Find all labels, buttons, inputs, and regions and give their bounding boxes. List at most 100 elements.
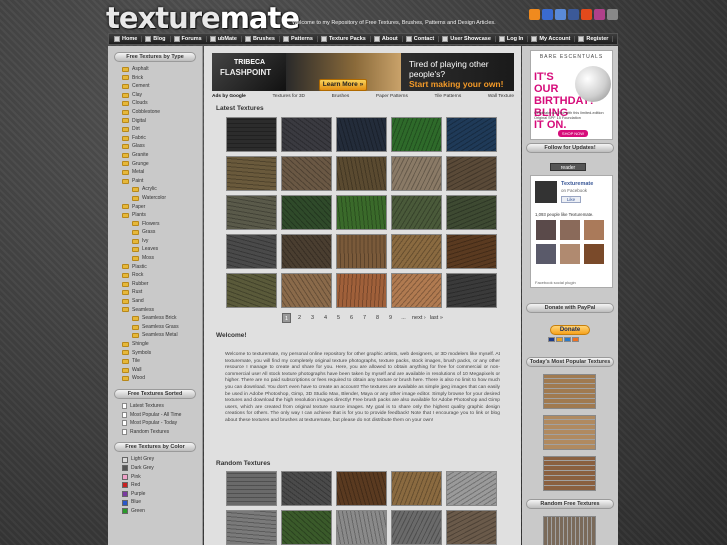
texture-thumb[interactable] [226,471,277,506]
paypal-donate-button[interactable]: Donate [550,325,590,335]
texture-thumb[interactable] [281,273,332,308]
nav-user-showcase[interactable]: User Showcase [439,36,496,42]
texture-thumb[interactable] [446,195,497,230]
page-link[interactable]: next › [412,313,426,323]
type-label[interactable]: Asphalt [132,65,149,74]
ad-link[interactable]: Tile Patterns [435,94,462,99]
type-item[interactable]: Seamless Brick [122,314,202,323]
type-item[interactable]: Asphalt [122,65,202,74]
type-label[interactable]: Grass [142,228,155,237]
color-label[interactable]: Dark Grey [131,464,154,473]
nav-patterns[interactable]: Patterns [280,36,318,42]
texture-thumb[interactable] [391,510,442,545]
texture-thumb[interactable] [226,117,277,152]
type-label[interactable]: Digital [132,117,146,126]
type-item[interactable]: Acrylic [122,185,202,194]
digg-icon[interactable] [555,9,566,20]
type-label[interactable]: Rubber [132,280,148,289]
type-item[interactable]: Flowers [122,220,202,229]
sorted-item[interactable]: Most Popular - Today [122,419,202,428]
random-free-texture-thumb[interactable] [543,516,596,545]
type-item[interactable]: Seamless [122,306,202,315]
page-link[interactable]: last » [430,313,443,323]
type-item[interactable]: Seamless Metal [122,331,202,340]
nav-contact[interactable]: Contact [403,36,440,42]
texture-thumb[interactable] [336,195,387,230]
type-label[interactable]: Fabric [132,134,146,143]
texture-thumb[interactable] [391,273,442,308]
facebook-like-button[interactable]: Like [561,196,581,203]
ad-link[interactable]: Paper Patterns [376,94,408,99]
type-item[interactable]: Paper [122,203,202,212]
type-item[interactable]: Plants [122,211,202,220]
type-item[interactable]: Moss [122,254,202,263]
nav-forums[interactable]: Forums [171,36,207,42]
texture-thumb[interactable] [446,471,497,506]
type-label[interactable]: Symbols [132,349,151,358]
texture-thumb[interactable] [226,273,277,308]
sorted-label[interactable]: Most Popular - All Time [130,411,181,420]
page-link[interactable]: 8 [373,313,382,323]
delicious-icon[interactable] [542,9,553,20]
side-ad-shop-button[interactable]: SHOP NOW [558,130,588,137]
type-label[interactable]: Wall [132,366,142,375]
nav-ubmate[interactable]: ubMate [207,36,242,42]
color-item[interactable]: Pink [122,473,202,482]
texture-thumb[interactable] [391,471,442,506]
type-label[interactable]: Clouds [132,99,148,108]
type-item[interactable]: Clay [122,91,202,100]
color-label[interactable]: Purple [131,490,145,499]
texture-thumb[interactable] [391,156,442,191]
color-label[interactable]: Green [131,507,145,516]
facebook-fan-avatar[interactable] [584,244,604,264]
type-label[interactable]: Wood [132,374,145,383]
nav-log-in[interactable]: Log In [496,36,529,42]
type-label[interactable]: Paper [132,203,145,212]
type-item[interactable]: Wall [122,366,202,375]
type-item[interactable]: Paint [122,177,202,186]
side-ad[interactable]: BARE ESCENTUALS IT'S OUR BIRTHDAY! BLING… [530,50,613,140]
type-label[interactable]: Seamless [132,306,154,315]
texture-thumb[interactable] [446,117,497,152]
texture-thumb[interactable] [446,510,497,545]
stumble-icon[interactable] [581,9,592,20]
type-item[interactable]: Shingle [122,340,202,349]
type-label[interactable]: Flowers [142,220,160,229]
type-item[interactable]: Grass [122,228,202,237]
type-label[interactable]: Tile [132,357,140,366]
type-label[interactable]: Dirt [132,125,140,134]
texture-thumb[interactable] [281,471,332,506]
type-label[interactable]: Seamless Grass [142,323,179,332]
facebook-fan-avatar[interactable] [536,244,556,264]
type-label[interactable]: Acrylic [142,185,157,194]
texture-thumb[interactable] [226,510,277,545]
type-item[interactable]: Rust [122,288,202,297]
texture-thumb[interactable] [336,156,387,191]
nav-texture-packs[interactable]: Texture Packs [318,36,371,42]
type-label[interactable]: Cobblestone [132,108,160,117]
texture-thumb[interactable] [281,156,332,191]
type-item[interactable]: Digital [122,117,202,126]
type-item[interactable]: Seamless Grass [122,323,202,332]
texture-thumb[interactable] [226,156,277,191]
nav-register[interactable]: Register [575,36,614,42]
nav-brushes[interactable]: Brushes [242,36,280,42]
type-item[interactable]: Plastic [122,263,202,272]
texture-thumb[interactable] [336,471,387,506]
type-label[interactable]: Brick [132,74,143,83]
page-link[interactable]: 2 [295,313,304,323]
type-item[interactable]: Cobblestone [122,108,202,117]
texture-thumb[interactable] [281,117,332,152]
ad-learn-more-button[interactable]: Learn More » [319,79,367,91]
type-label[interactable]: Granite [132,151,148,160]
color-item[interactable]: Light Grey [122,455,202,464]
type-label[interactable]: Watercolor [142,194,166,203]
type-item[interactable]: Rubber [122,280,202,289]
page-current[interactable]: 1 [282,313,291,323]
page-link[interactable]: 5 [334,313,343,323]
email-icon[interactable] [607,9,618,20]
facebook-page-name[interactable]: Texturemate [561,181,593,187]
type-item[interactable]: Cement [122,82,202,91]
texture-thumb[interactable] [391,117,442,152]
type-label[interactable]: Glass [132,142,145,151]
